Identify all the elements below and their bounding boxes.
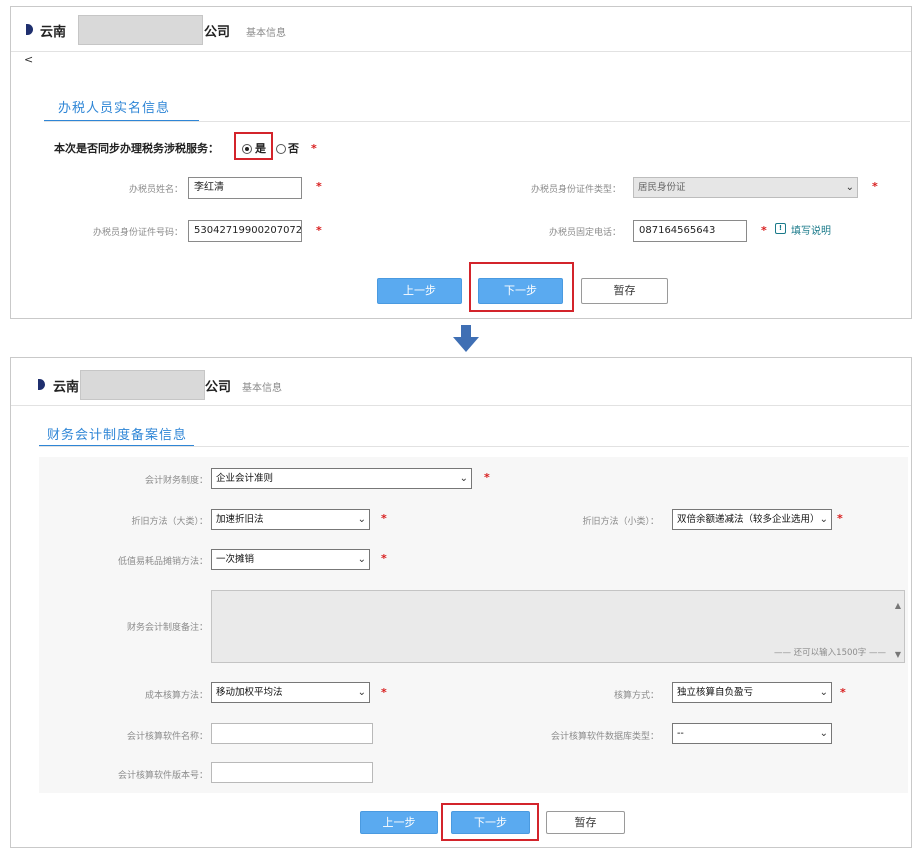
cost-method-label: 成本核算方法： [144,691,208,701]
breadcrumb: 基本信息 [246,28,286,39]
chevron-down-icon: ⌄ [357,687,366,698]
save-draft-button[interactable]: 暂存 [546,811,625,834]
tab-taxpayer-realname[interactable]: 办税人员实名信息 [58,97,170,116]
sync-question: 本次是否同步办理税务涉税服务： [54,142,219,155]
phone-label: 办税员固定电话： [548,228,621,238]
down-arrow-icon [453,325,479,352]
name-label: 办税员姓名： [128,185,183,195]
acct-system-select[interactable]: 企业会计准则 ⌄ [211,468,472,489]
phone-input[interactable]: 087164565643 [633,220,747,242]
dep-minor-select[interactable]: 双倍余额递减法（较多企业选用） ⌄ [672,509,832,530]
brand-marker-icon [38,379,45,390]
software-db-value: -- [677,728,684,739]
dep-minor-label: 折旧方法（小类）： [582,517,659,527]
highlight-next [469,262,574,312]
company-name-prefix: 云南 [40,25,67,40]
highlight-yes [234,132,273,160]
required-star: * [381,686,387,699]
acct-system-value: 企业会计准则 [216,473,274,484]
required-star: * [316,180,322,193]
highlight-next [441,803,539,841]
radio-no-label[interactable]: 否 [288,140,299,156]
required-star: * [837,512,843,525]
tab-divider [39,446,909,447]
required-star: * [484,471,490,484]
required-star: * [381,512,387,525]
chevron-down-icon: ⌄ [819,514,828,525]
dep-major-label: 折旧方法（大类）： [131,517,208,527]
software-name-label: 会计核算软件名称： [126,732,208,742]
low-value-select[interactable]: 一次摊销 ⌄ [211,549,370,570]
id-type-value: 居民身份证 [638,182,686,193]
top-panel: 云南 公司 基本信息 < 办税人员实名信息 本次是否同步办理税务涉税服务： 是 … [10,6,912,319]
company-name-suffix: 公司 [205,380,232,395]
cost-method-select[interactable]: 移动加权平均法 ⌄ [211,682,370,703]
back-button[interactable]: < [24,53,33,66]
chevron-down-icon: ⌄ [357,514,366,525]
header-divider [11,405,911,406]
id-type-select[interactable]: 居民身份证 ⌄ [633,177,858,198]
dep-major-select[interactable]: 加速折旧法 ⌄ [211,509,370,530]
help-book-icon[interactable]: ! [775,223,786,234]
brand-marker-icon [26,24,33,35]
accounting-mode-select[interactable]: 独立核算自负盈亏 ⌄ [672,682,832,703]
low-value-value: 一次摊销 [216,554,255,565]
accounting-mode-value: 独立核算自负盈亏 [677,687,754,698]
header-divider [11,51,911,52]
tab-divider [44,121,910,122]
chevron-down-icon: ⌄ [845,182,854,193]
software-version-input[interactable] [211,762,373,783]
id-number-input[interactable]: 530427199002070720 [188,220,302,242]
redacted-company-name [78,15,203,45]
software-version-label: 会计核算软件版本号： [117,771,208,781]
chevron-down-icon: ⌄ [357,554,366,565]
bottom-panel: 云南 公司 基本信息 财务会计制度备案信息 会计财务制度： 企业会计准则 ⌄ *… [10,357,912,848]
help-link[interactable]: 填写说明 [791,222,831,237]
required-star: * [872,180,878,193]
save-draft-button[interactable]: 暂存 [581,278,668,304]
required-star: * [761,224,767,237]
low-value-label: 低值易耗品摊销方法： [117,557,208,567]
prev-step-button[interactable]: 上一步 [377,278,462,304]
company-name-prefix: 云南 [53,380,80,395]
dep-minor-value: 双倍余额递减法（较多企业选用） [677,514,820,525]
remarks-label: 财务会计制度备注： [126,623,208,633]
redacted-company-name [80,370,205,400]
chevron-down-icon: ⌄ [819,728,828,739]
tab-financial-accounting[interactable]: 财务会计制度备案信息 [47,424,187,443]
software-db-label: 会计核算软件数据库类型： [550,732,659,742]
id-type-label: 办税员身份证件类型： [530,185,621,195]
company-name-suffix: 公司 [204,25,231,40]
remarks-textarea[interactable]: ▲ ▼ —— 还可以输入1500字 —— [211,590,905,663]
required-star: * [316,224,322,237]
cost-method-value: 移动加权平均法 [216,687,283,698]
scroll-down-icon[interactable]: ▼ [895,650,901,659]
radio-unchecked-icon[interactable] [276,144,286,154]
prev-step-button[interactable]: 上一步 [360,811,438,834]
accounting-mode-label: 核算方式： [613,691,659,701]
dep-major-value: 加速折旧法 [216,514,264,525]
software-name-input[interactable] [211,723,373,744]
software-db-select[interactable]: -- ⌄ [672,723,832,744]
required-star: * [311,142,317,155]
acct-system-label: 会计财务制度： [144,476,208,486]
remarks-char-counter: —— 还可以输入1500字 —— [773,648,886,658]
required-star: * [381,552,387,565]
breadcrumb: 基本信息 [242,383,282,394]
chevron-down-icon: ⌄ [459,473,468,484]
name-input[interactable]: 李红清 [188,177,302,199]
id-number-label: 办税员身份证件号码： [92,228,183,238]
scroll-up-icon[interactable]: ▲ [895,601,901,610]
required-star: * [840,686,846,699]
chevron-down-icon: ⌄ [819,687,828,698]
